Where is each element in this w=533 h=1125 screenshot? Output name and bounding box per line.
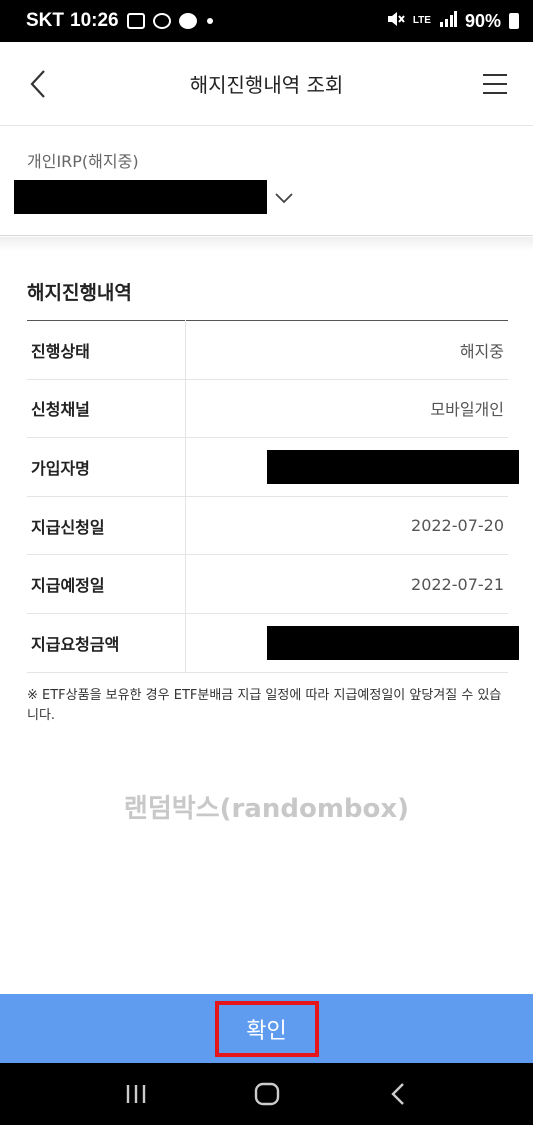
table-row: 지급요청금액 xyxy=(27,613,519,673)
clock: 10:26 xyxy=(70,10,119,31)
hamburger-menu-icon xyxy=(483,74,507,94)
redacted-requested-amount xyxy=(266,625,519,660)
recents-button[interactable] xyxy=(116,1074,156,1114)
row-label: 신청채널 xyxy=(27,379,186,439)
home-icon xyxy=(254,1082,279,1106)
carrier-label: SKT xyxy=(26,10,64,31)
row-label: 지급요청금액 xyxy=(27,613,186,673)
home-button[interactable] xyxy=(247,1074,287,1114)
confirm-bar: 확인 xyxy=(0,994,533,1063)
termination-details-table: 진행상태 해지중 신청채널 모바일개인 가입자명 지급신청일 2022-07-2… xyxy=(27,320,519,673)
more-notifications-dot-icon xyxy=(206,18,213,24)
redacted-subscriber-name xyxy=(266,450,519,485)
status-right: LTE 90% xyxy=(387,10,519,32)
row-value: 모바일개인 xyxy=(185,379,508,439)
section-title: 해지진행내역 xyxy=(27,282,132,304)
table-row: 지급신청일 2022-07-20 xyxy=(27,496,508,556)
chat-notification-icon xyxy=(178,13,197,29)
status-bar: SKT 10:26 LTE 90% xyxy=(0,0,533,42)
back-icon xyxy=(390,1083,404,1105)
recents-icon xyxy=(126,1085,145,1103)
network-type-label: LTE xyxy=(412,15,431,26)
app-header: 해지진행내역 조회 xyxy=(0,42,533,126)
row-label: 지급신청일 xyxy=(27,496,186,556)
section-divider xyxy=(0,237,533,251)
sync-notification-icon xyxy=(152,13,171,29)
table-row: 신청채널 모바일개인 xyxy=(27,379,508,439)
row-value: 2022-07-21 xyxy=(185,554,508,614)
table-row: 진행상태 해지중 xyxy=(27,320,508,380)
signal-icon xyxy=(439,10,457,32)
row-label: 진행상태 xyxy=(27,320,186,380)
row-label: 가입자명 xyxy=(27,437,186,497)
redacted-account-number xyxy=(14,180,267,214)
row-value: 2022-07-20 xyxy=(185,496,508,556)
menu-button[interactable] xyxy=(477,66,513,102)
watermark-text: 랜덤박스(randombox) xyxy=(123,794,410,824)
row-value xyxy=(185,613,519,673)
chevron-down-icon[interactable] xyxy=(272,186,296,210)
battery-icon xyxy=(509,13,519,29)
status-left: SKT 10:26 xyxy=(26,10,213,32)
nav-back-button[interactable] xyxy=(378,1074,418,1114)
row-value xyxy=(185,437,519,497)
back-button[interactable] xyxy=(20,66,56,102)
account-type-label: 개인IRP(해지중) xyxy=(27,152,139,171)
system-nav-bar xyxy=(0,1063,533,1125)
confirm-button[interactable]: 확인 xyxy=(214,1000,319,1057)
row-value: 해지중 xyxy=(185,320,508,380)
row-label: 지급예정일 xyxy=(27,554,186,614)
account-selector[interactable]: 개인IRP(해지중) xyxy=(0,126,533,236)
chevron-left-icon xyxy=(30,70,45,98)
table-row: 지급예정일 2022-07-21 xyxy=(27,554,508,614)
etf-notice: ※ ETF상품을 보유한 경우 ETF분배금 지급 일정에 따라 지급예정일이 … xyxy=(27,688,502,723)
table-row: 가입자명 xyxy=(27,437,519,497)
gallery-notification-icon xyxy=(126,13,145,29)
page-title: 해지진행내역 조회 xyxy=(189,73,344,97)
battery-percent: 90% xyxy=(464,10,501,31)
mute-icon xyxy=(387,11,405,32)
